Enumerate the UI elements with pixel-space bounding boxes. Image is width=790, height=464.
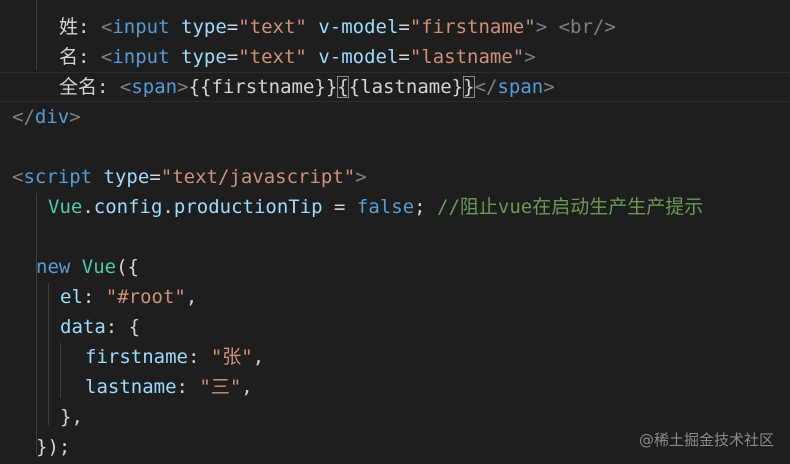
mustache-lastname: {lastname}: [348, 76, 464, 98]
code-line-7[interactable]: Vue.config.productionTip = false; //阻止vu…: [0, 192, 790, 222]
tag-open: <: [119, 76, 132, 98]
tag-close: >: [69, 106, 81, 128]
bracket-match-close: }: [463, 76, 475, 98]
label-surname: 姓:: [59, 16, 101, 38]
tag-close: >: [177, 76, 189, 98]
colon: :: [187, 346, 211, 368]
paren-close: });: [36, 436, 71, 458]
dot: .: [82, 196, 94, 218]
label-full-name: 全名:: [59, 76, 120, 98]
string-value: "#root": [105, 286, 186, 308]
object-key: el: [60, 286, 83, 308]
tag-name: input: [112, 46, 170, 68]
paren-brace-open: ({: [116, 256, 139, 278]
code-line-14[interactable]: },: [0, 402, 790, 432]
code-line-3[interactable]: 全名: <span>{{firstname}}{{lastname}}</spa…: [0, 72, 790, 102]
mustache-firstname: {{firstname}}: [188, 76, 338, 98]
semicolon: ;: [414, 196, 426, 218]
attr-name: type: [181, 46, 227, 68]
vue-object: Vue: [48, 196, 83, 218]
assign-operator: =: [322, 196, 357, 218]
tag-close: >: [355, 166, 367, 188]
equals: =: [226, 16, 239, 38]
code-comment: //阻止vue在启动生产生产提示: [437, 196, 704, 218]
property: productionTip: [173, 196, 323, 218]
attr-value: "text/javascript": [160, 166, 356, 188]
comma: ,: [241, 376, 253, 398]
code-line-10[interactable]: el: "#root",: [0, 282, 790, 312]
tag-name: span: [497, 76, 544, 98]
string-value: "三": [199, 376, 242, 398]
tag-name: span: [131, 76, 178, 98]
attr-name: v-model: [318, 16, 399, 38]
br-tag: <br/>: [558, 16, 616, 38]
equals: =: [398, 16, 410, 38]
code-line-1[interactable]: 姓: <input type="text" v-model="firstname…: [0, 12, 790, 42]
attr-name: v-model: [318, 46, 399, 68]
code-line-4[interactable]: </div>: [0, 102, 790, 132]
tag-open: <: [100, 16, 113, 38]
code-line-2[interactable]: 名: <input type="text" v-model="lastname"…: [0, 42, 790, 72]
code-line-12[interactable]: firstname: "张",: [0, 342, 790, 372]
tag-open: <: [12, 166, 24, 188]
comma: ,: [185, 286, 198, 308]
string-value: "张": [210, 346, 253, 368]
equals: =: [149, 166, 161, 188]
colon: :: [176, 376, 200, 398]
tag-name: div: [34, 106, 70, 128]
code-editor[interactable]: 姓: <input type="text" v-model="firstname…: [0, 0, 790, 464]
label-given-name: 名:: [59, 46, 101, 68]
attr-name: type: [103, 166, 150, 188]
code-line-11[interactable]: data: {: [0, 312, 790, 342]
attr-name: type: [181, 16, 227, 38]
tag-name: input: [112, 16, 170, 38]
tag-open: <: [100, 46, 113, 68]
brace-open: {: [128, 316, 141, 338]
object-key: data: [60, 316, 106, 338]
colon: :: [105, 316, 129, 338]
tag-open: </: [474, 76, 498, 98]
object-key: firstname: [85, 346, 188, 368]
object-key: lastname: [85, 376, 177, 398]
comma: ,: [252, 346, 265, 368]
bracket-match-open: {: [337, 76, 349, 98]
tag-close: >: [524, 46, 536, 68]
attr-value: "text": [238, 16, 307, 38]
code-line-9[interactable]: new Vue({: [0, 252, 790, 282]
keyword-new: new: [36, 256, 71, 278]
dot: .: [162, 196, 174, 218]
attr-value: "text": [238, 46, 307, 68]
attr-value: "firstname": [409, 16, 536, 38]
code-line-13[interactable]: lastname: "三",: [0, 372, 790, 402]
tag-name: script: [23, 166, 93, 188]
tag-close: >: [543, 76, 555, 98]
brace-close: },: [60, 406, 83, 428]
property: config: [93, 196, 163, 218]
tag-open: </: [12, 106, 35, 128]
tag-close: >: [535, 16, 548, 38]
watermark: @稀土掘金技术社区: [638, 431, 774, 449]
equals: =: [226, 46, 239, 68]
equals: =: [398, 46, 410, 68]
colon: :: [82, 286, 106, 308]
code-line-6[interactable]: <script type="text/javascript">: [0, 162, 790, 192]
boolean-literal: false: [356, 196, 415, 218]
class-vue: Vue: [81, 256, 117, 278]
attr-value: "lastname": [409, 46, 525, 68]
